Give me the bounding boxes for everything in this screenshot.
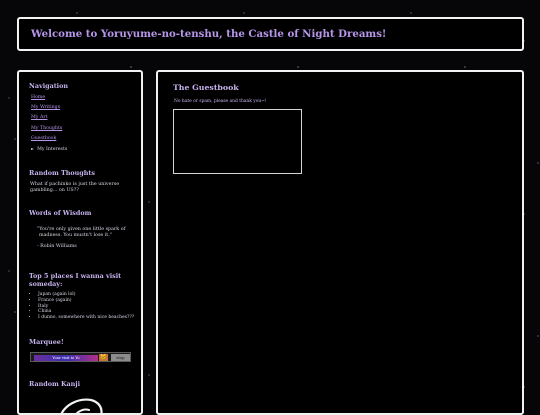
header-panel: Welcome to Yoruyume-no-tenshu, the Castl… (17, 17, 524, 51)
random-thoughts-line-2: gambling... on US?? (30, 188, 79, 193)
nav-item-thoughts[interactable]: My Thoughts (31, 126, 67, 136)
nav-item-interests[interactable]: ► My Interests (31, 146, 67, 156)
nav-link-writings[interactable]: My Writings (31, 105, 60, 110)
nav-link-art[interactable]: My Art (31, 115, 47, 120)
nav-label-interests[interactable]: My Interests (37, 147, 67, 152)
site-title: Welcome to Yoruyume-no-tenshu, the Castl… (31, 28, 387, 40)
current-page-arrow-icon: ► (31, 145, 35, 151)
guestbook-embed[interactable] (173, 109, 302, 174)
navigation-list: Home My Writings My Art My Thoughts Gues… (31, 95, 67, 156)
list-item: I dunno, somewhere with nice beaches??? (38, 315, 134, 321)
navigation-heading: Navigation (29, 82, 69, 90)
guestbook-note: No hate or spam, please and thank you~! (174, 99, 267, 104)
nav-link-home[interactable]: Home (31, 95, 45, 100)
nav-item-home[interactable]: Home (31, 95, 67, 105)
top-places-heading-line-2: someday: (29, 280, 63, 288)
cat-icon: 🐱 (99, 354, 108, 361)
wisdom-quote-line-2: madness. You mustn't lose it." (39, 233, 112, 238)
marquee-heading: Marquee! (29, 338, 64, 346)
top-places-list: Japan (again lol) France (again) Italy C… (32, 292, 134, 321)
words-of-wisdom-heading: Words of Wisdom (29, 209, 92, 217)
page-title: The Guestbook (173, 83, 239, 92)
marquee-widget[interactable]: Your visit to Yo 🐱 stop (30, 352, 131, 362)
nav-link-thoughts[interactable]: My Thoughts (31, 126, 62, 131)
main-panel: The Guestbook No hate or spam, please an… (156, 70, 524, 415)
nav-item-guestbook[interactable]: Guestbook (31, 136, 67, 146)
random-thoughts-heading: Random Thoughts (29, 169, 95, 177)
wisdom-attribution: - Robin Williams (37, 244, 77, 249)
nav-item-writings[interactable]: My Writings (31, 105, 67, 115)
marquee-stop-button[interactable]: stop (111, 354, 130, 361)
nav-item-art[interactable]: My Art (31, 115, 67, 125)
random-kanji-heading: Random Kanji (29, 380, 81, 388)
nav-link-guestbook[interactable]: Guestbook (31, 136, 56, 141)
sidebar-panel: Navigation Home My Writings My Art My Th… (17, 70, 143, 415)
marquee-text: Your visit to Yo (34, 355, 98, 361)
